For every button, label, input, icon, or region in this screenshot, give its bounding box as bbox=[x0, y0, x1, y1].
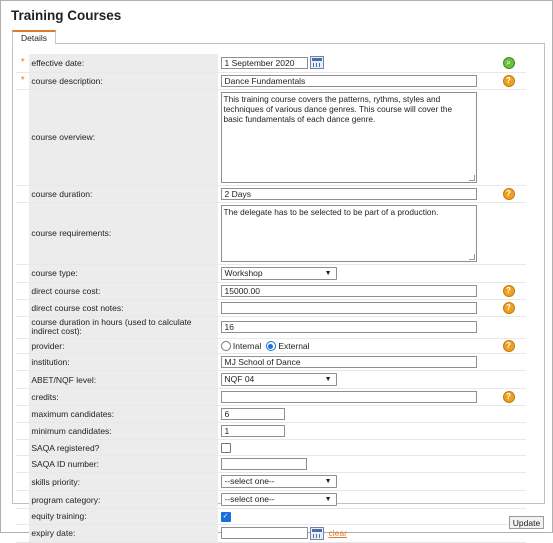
help-icon[interactable]: ? bbox=[502, 339, 515, 352]
provider-external-radio[interactable] bbox=[265, 341, 276, 352]
minimum-candidates-input[interactable]: 1 bbox=[220, 425, 285, 438]
abet-nqf-level-value: NQF 04 bbox=[224, 374, 255, 385]
row-program-category: program category: --select one-- ▼ bbox=[16, 490, 526, 509]
program-category-value: --select one-- bbox=[224, 494, 275, 504]
row-saqa-id-number: SAQA ID number: bbox=[16, 455, 526, 473]
course-overview-text: This training course covers the patterns… bbox=[223, 93, 453, 124]
search-icon[interactable]: ⌕ bbox=[502, 56, 515, 69]
row-skills-priority: skills priority: --select one-- ▼ bbox=[16, 472, 526, 491]
help-icon[interactable]: ? bbox=[502, 391, 515, 404]
resize-grip-icon[interactable] bbox=[468, 174, 475, 181]
resize-grip-icon[interactable] bbox=[468, 253, 475, 260]
course-requirements-textarea[interactable]: The delegate has to be selected to be pa… bbox=[220, 204, 477, 262]
abet-nqf-level-select[interactable]: NQF 04 ▼ bbox=[220, 373, 337, 387]
maximum-candidates-label: maximum candidates: bbox=[29, 405, 218, 424]
row-course-duration-hours: course duration in hours (used to calcul… bbox=[16, 316, 526, 339]
effective-date-input[interactable]: 1 September 2020 bbox=[220, 56, 308, 69]
provider-internal-label: Internal bbox=[232, 340, 262, 351]
skills-priority-label: skills priority: bbox=[29, 472, 218, 491]
help-icon[interactable]: ? bbox=[502, 301, 515, 314]
provider-external-label: External bbox=[278, 340, 310, 351]
direct-course-cost-input[interactable]: 15000.00 bbox=[220, 284, 477, 297]
row-expiry-date: expiry date: clear bbox=[16, 524, 526, 543]
chevron-down-icon: ▼ bbox=[324, 478, 332, 485]
direct-course-cost-label: direct course cost: bbox=[29, 282, 218, 300]
institution-label: institution: bbox=[29, 353, 218, 372]
calendar-icon[interactable] bbox=[309, 526, 324, 540]
page-title: Training Courses bbox=[11, 8, 122, 23]
program-category-label: program category: bbox=[29, 490, 218, 509]
row-course-overview: course overview: This training course co… bbox=[16, 89, 526, 186]
row-course-duration: course duration: 2 Days ? bbox=[16, 185, 526, 203]
maximum-candidates-input[interactable]: 6 bbox=[220, 408, 285, 421]
program-category-select[interactable]: --select one-- ▼ bbox=[220, 493, 337, 506]
course-type-select[interactable]: Workshop ▼ bbox=[220, 266, 337, 280]
course-overview-label: course overview: bbox=[29, 89, 218, 186]
course-description-input[interactable]: Dance Fundamentals bbox=[220, 74, 477, 87]
course-duration-hours-input[interactable]: 16 bbox=[220, 321, 477, 333]
course-form: * effective date: 1 September 2020 ⌕ * c… bbox=[16, 54, 526, 543]
provider-internal-radio[interactable] bbox=[220, 341, 231, 352]
institution-input[interactable]: MJ School of Dance bbox=[220, 356, 477, 369]
course-duration-input[interactable]: 2 Days bbox=[220, 187, 477, 200]
course-description-label: course description: bbox=[29, 72, 218, 90]
help-icon[interactable]: ? bbox=[502, 74, 515, 87]
row-credits: credits: ? bbox=[16, 388, 526, 407]
effective-date-label: effective date: bbox=[29, 54, 218, 73]
row-direct-course-cost: direct course cost: 15000.00 ? bbox=[16, 282, 526, 300]
course-duration-hours-label: course duration in hours (used to calcul… bbox=[29, 316, 218, 339]
course-type-value: Workshop bbox=[224, 267, 263, 278]
direct-course-cost-notes-label: direct course cost notes: bbox=[29, 299, 218, 317]
row-provider: provider: Internal External ? bbox=[16, 338, 526, 355]
course-requirements-text: The delegate has to be selected to be pa… bbox=[223, 206, 439, 217]
row-course-type: course type: Workshop ▼ bbox=[16, 264, 526, 283]
update-button[interactable]: Update bbox=[509, 516, 544, 529]
clear-link[interactable]: clear bbox=[329, 528, 347, 538]
row-saqa-registered: SAQA registered? bbox=[16, 439, 526, 456]
expiry-date-label: expiry date: bbox=[29, 524, 218, 543]
abet-nqf-level-label: ABET/NQF level: bbox=[29, 370, 218, 390]
course-type-label: course type: bbox=[29, 264, 218, 283]
row-course-description: * course description: Dance Fundamentals… bbox=[16, 72, 526, 90]
chevron-down-icon: ▼ bbox=[324, 496, 332, 503]
help-icon[interactable]: ? bbox=[502, 284, 515, 297]
course-overview-textarea[interactable]: This training course covers the patterns… bbox=[220, 91, 477, 183]
help-icon[interactable]: ? bbox=[502, 187, 515, 200]
direct-course-cost-notes-input[interactable] bbox=[220, 301, 477, 314]
required-marker: * bbox=[16, 54, 30, 73]
saqa-registered-checkbox[interactable] bbox=[220, 443, 231, 453]
saqa-id-number-label: SAQA ID number: bbox=[29, 455, 218, 473]
required-marker: * bbox=[16, 72, 30, 90]
row-minimum-candidates: minimum candidates: 1 bbox=[16, 422, 526, 441]
equity-training-checkbox[interactable]: ✓ bbox=[220, 511, 231, 522]
calendar-icon[interactable] bbox=[309, 56, 324, 70]
row-effective-date: * effective date: 1 September 2020 ⌕ bbox=[16, 54, 526, 73]
row-institution: institution: MJ School of Dance bbox=[16, 353, 526, 372]
row-equity-training: equity training: ✓ bbox=[16, 508, 526, 525]
saqa-registered-label: SAQA registered? bbox=[29, 439, 218, 456]
row-abet-nqf-level: ABET/NQF level: NQF 04 ▼ bbox=[16, 370, 526, 390]
row-course-requirements: course requirements: The delegate has to… bbox=[16, 202, 526, 265]
skills-priority-value: --select one-- bbox=[224, 476, 275, 486]
course-duration-label: course duration: bbox=[29, 185, 218, 203]
chevron-down-icon: ▼ bbox=[324, 376, 332, 384]
course-requirements-label: course requirements: bbox=[29, 202, 218, 265]
saqa-id-number-input[interactable] bbox=[220, 458, 307, 470]
minimum-candidates-label: minimum candidates: bbox=[29, 422, 218, 441]
credits-label: credits: bbox=[29, 388, 218, 407]
provider-label: provider: bbox=[29, 338, 218, 355]
credits-input[interactable] bbox=[220, 391, 477, 404]
equity-training-label: equity training: bbox=[29, 508, 218, 525]
row-maximum-candidates: maximum candidates: 6 bbox=[16, 405, 526, 424]
skills-priority-select[interactable]: --select one-- ▼ bbox=[220, 475, 337, 488]
expiry-date-input[interactable] bbox=[220, 527, 308, 540]
chevron-down-icon: ▼ bbox=[324, 269, 332, 277]
tab-details[interactable]: Details bbox=[12, 30, 56, 44]
row-direct-course-cost-notes: direct course cost notes: ? bbox=[16, 299, 526, 317]
